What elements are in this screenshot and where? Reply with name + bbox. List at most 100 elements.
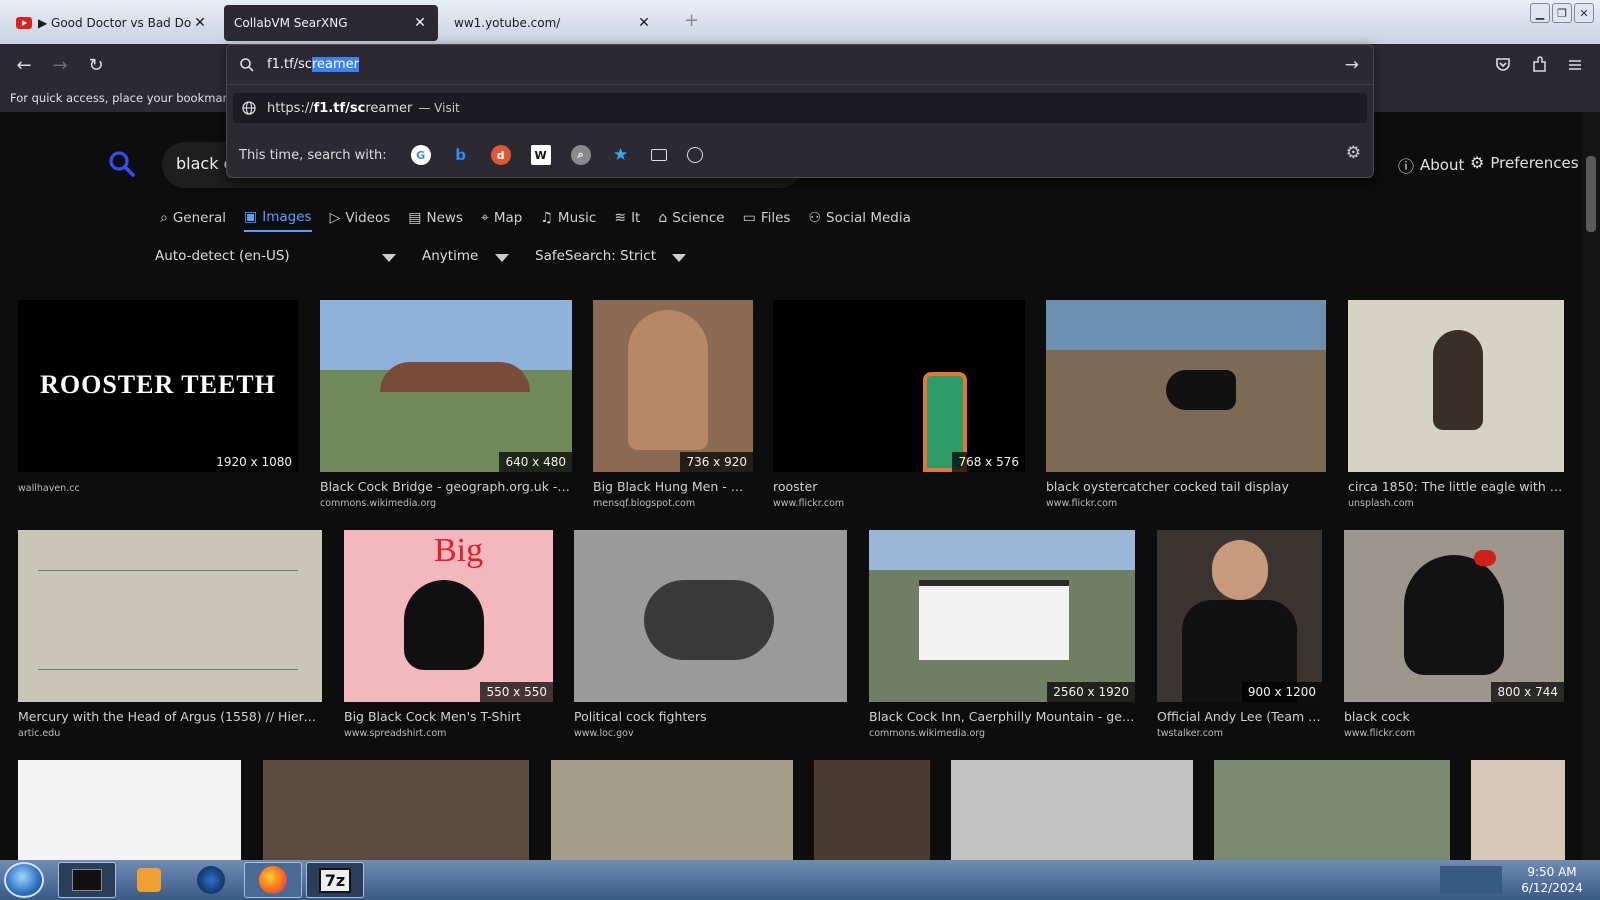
result-card[interactable]: 900 x 1200 Official Andy Lee (Team A... … (1157, 530, 1322, 739)
result-title[interactable]: Big Black Cock Men's T-Shirt (344, 709, 553, 724)
url-input[interactable]: f1.tf/screamer (267, 57, 359, 72)
safesearch-select[interactable]: SafeSearch: Strict (535, 248, 656, 264)
result-title[interactable]: black cock (1344, 709, 1564, 724)
result-card[interactable]: Political cock fighters www.loc.gov (574, 530, 847, 739)
result-thumbnail[interactable]: 900 x 1200 (1157, 530, 1322, 702)
tab-yotube[interactable]: ww1.yotube.com/ ✕ (444, 5, 662, 41)
result-thumbnail[interactable] (951, 760, 1193, 860)
chevron-down-icon[interactable] (382, 254, 396, 262)
start-button[interactable] (4, 862, 44, 898)
chevron-down-icon[interactable] (495, 254, 509, 262)
close-icon[interactable]: ✕ (412, 15, 428, 31)
taskbar-globe[interactable] (182, 862, 240, 898)
result-thumbnail[interactable] (574, 530, 847, 702)
page-scrollbar[interactable] (1582, 112, 1600, 860)
taskbar-media-player[interactable] (120, 862, 178, 898)
result-title[interactable]: Mercury with the Head of Argus (1558) //… (18, 709, 322, 724)
result-thumbnail[interactable]: ROOSTER TEETH 1920 x 1080 (18, 300, 298, 472)
reload-button[interactable]: ↻ (84, 53, 108, 77)
system-tray[interactable] (1440, 866, 1502, 894)
taskbar-firefox[interactable] (244, 862, 302, 898)
result-card[interactable] (18, 760, 241, 860)
close-window-icon[interactable]: ✕ (1574, 3, 1594, 23)
result-thumbnail[interactable] (1471, 760, 1565, 860)
result-card[interactable]: black oystercatcher cocked tail display … (1046, 300, 1326, 509)
result-thumbnail[interactable] (814, 760, 930, 860)
result-card[interactable]: 2560 x 1920 Black Cock Inn, Caerphilly M… (869, 530, 1135, 739)
duckduckgo-icon[interactable]: d (490, 145, 511, 165)
close-icon[interactable]: ✕ (192, 15, 208, 31)
result-card[interactable] (1214, 760, 1450, 860)
result-title[interactable]: Political cock fighters (574, 709, 847, 724)
tab-youtube[interactable]: ▶ Good Doctor vs Bad Doctor || ✕ (6, 5, 218, 41)
preferences-link[interactable]: ⚙ Preferences (1470, 153, 1579, 172)
url-suggestion[interactable]: https://f1.tf/screamer — Visit (233, 93, 1367, 123)
history-icon[interactable] (686, 147, 703, 163)
result-title[interactable]: Black Cock Bridge - geograph.org.uk - 31… (320, 479, 572, 494)
result-thumbnail[interactable]: 640 x 480 (320, 300, 572, 472)
menu-icon[interactable] (1566, 56, 1584, 74)
language-select[interactable]: Auto-detect (en-US) (155, 248, 290, 264)
tab-general[interactable]: ⌕ General (160, 204, 226, 232)
result-thumbnail[interactable] (18, 760, 241, 860)
result-thumbnail[interactable] (18, 530, 322, 702)
result-card[interactable] (551, 760, 793, 860)
bing-icon[interactable]: b (451, 145, 471, 165)
wikipedia-icon[interactable]: W (530, 145, 551, 165)
result-card[interactable] (951, 760, 1193, 860)
maximize-icon[interactable]: ❐ (1552, 3, 1572, 23)
result-thumbnail[interactable] (1348, 300, 1564, 472)
result-card[interactable]: Mercury with the Head of Argus (1558) //… (18, 530, 322, 739)
result-card[interactable]: circa 1850: The little eagle with its ..… (1348, 300, 1564, 509)
result-thumbnail[interactable] (1046, 300, 1326, 472)
result-thumbnail[interactable]: Big 550 x 550 (344, 530, 553, 702)
result-title[interactable]: circa 1850: The little eagle with its ..… (1348, 479, 1564, 494)
tab-science[interactable]: ⌂ Science (658, 204, 724, 232)
close-icon[interactable]: ✕ (636, 15, 652, 31)
tab-news[interactable]: ▤ News (408, 204, 463, 232)
tab-searxng[interactable]: CollabVM SearXNG ✕ (224, 5, 438, 41)
pocket-icon[interactable] (1494, 56, 1512, 74)
result-card[interactable]: 736 x 920 Big Black Hung Men - M... mens… (593, 300, 753, 509)
scrollbar-thumb[interactable] (1586, 156, 1596, 232)
result-card[interactable]: Big 550 x 550 Big Black Cock Men's T-Shi… (344, 530, 553, 739)
tab-files[interactable]: ▭ Files (743, 204, 791, 232)
result-title[interactable]: Big Black Hung Men - M... (593, 479, 753, 494)
result-card[interactable] (263, 760, 529, 860)
go-arrow-icon[interactable]: → (1345, 55, 1359, 75)
tab-videos[interactable]: ▷ Videos (330, 204, 391, 232)
result-card[interactable]: ROOSTER TEETH 1920 x 1080 wallhaven.cc (18, 300, 298, 494)
taskbar-7zip[interactable]: 7z (306, 862, 364, 898)
result-card[interactable] (1471, 760, 1565, 860)
search-settings-gear-icon[interactable]: ⚙ (1346, 143, 1361, 163)
url-bar[interactable]: f1.tf/screamer → (227, 45, 1373, 85)
result-title[interactable]: Black Cock Inn, Caerphilly Mountain - ge… (869, 709, 1135, 724)
result-card[interactable] (814, 760, 930, 860)
tab-music[interactable]: ♫ Music (540, 204, 596, 232)
result-title[interactable]: Official Andy Lee (Team A... (1157, 709, 1322, 724)
result-thumbnail[interactable]: 736 x 920 (593, 300, 753, 472)
result-thumbnail[interactable]: 800 x 744 (1344, 530, 1564, 702)
result-title[interactable]: black oystercatcher cocked tail display (1046, 479, 1326, 494)
tab-map[interactable]: ⌖ Map (481, 204, 522, 232)
tab-images[interactable]: ▣ Images (244, 204, 312, 232)
minimize-icon[interactable]: ▁ (1530, 3, 1550, 23)
taskbar-clock[interactable]: 9:50 AM 6/12/2024 (1508, 864, 1596, 896)
bookmarks-star-icon[interactable]: ★ (611, 145, 631, 165)
taskbar-terminal[interactable] (58, 862, 116, 898)
result-card[interactable]: 800 x 744 black cock www.flickr.com (1344, 530, 1564, 739)
google-icon[interactable]: G (410, 145, 431, 165)
new-tab-button[interactable]: + (684, 10, 699, 31)
result-thumbnail[interactable] (551, 760, 793, 860)
tab-it[interactable]: ≋ It (614, 204, 640, 232)
extensions-icon[interactable] (1530, 56, 1548, 74)
result-thumbnail[interactable] (1214, 760, 1450, 860)
time-select[interactable]: Anytime (422, 248, 478, 264)
result-card[interactable]: 640 x 480 Black Cock Bridge - geograph.o… (320, 300, 572, 509)
result-thumbnail[interactable] (263, 760, 529, 860)
result-thumbnail[interactable]: 2560 x 1920 (869, 530, 1135, 702)
tabs-icon[interactable] (650, 149, 667, 161)
result-card[interactable]: 768 x 576 rooster www.flickr.com (773, 300, 1025, 509)
searx-icon[interactable]: ⌕ (570, 145, 591, 165)
forward-button[interactable]: → (48, 53, 72, 77)
